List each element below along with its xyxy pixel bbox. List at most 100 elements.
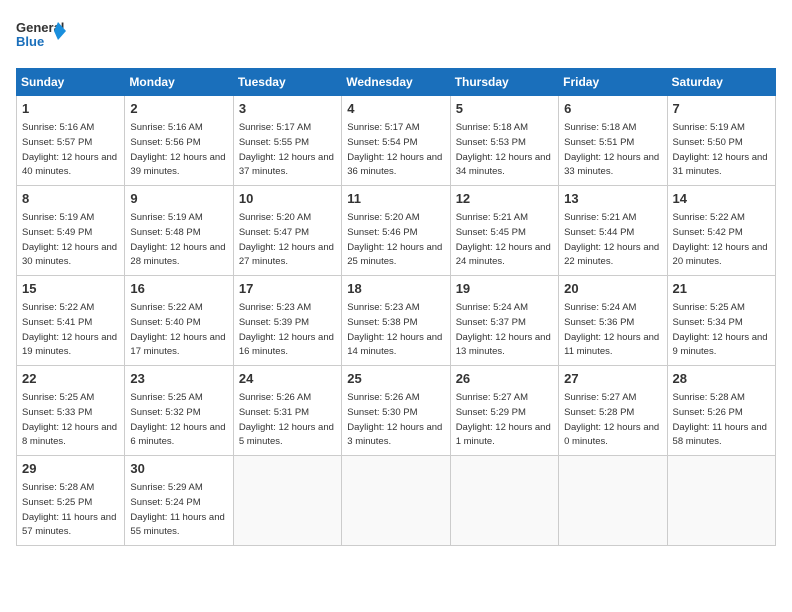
cell-info: Sunrise: 5:18 AMSunset: 5:53 PMDaylight:…: [456, 122, 551, 177]
cell-info: Sunrise: 5:19 AMSunset: 5:48 PMDaylight:…: [130, 212, 225, 267]
calendar-cell: 9 Sunrise: 5:19 AMSunset: 5:48 PMDayligh…: [125, 186, 233, 276]
calendar-cell: 25 Sunrise: 5:26 AMSunset: 5:30 PMDaylig…: [342, 366, 450, 456]
cell-info: Sunrise: 5:20 AMSunset: 5:46 PMDaylight:…: [347, 212, 442, 267]
calendar-cell: 11 Sunrise: 5:20 AMSunset: 5:46 PMDaylig…: [342, 186, 450, 276]
cell-info: Sunrise: 5:19 AMSunset: 5:50 PMDaylight:…: [673, 122, 768, 177]
day-number: 12: [456, 190, 553, 208]
cell-info: Sunrise: 5:21 AMSunset: 5:44 PMDaylight:…: [564, 212, 659, 267]
day-number: 5: [456, 100, 553, 118]
col-header-sunday: Sunday: [17, 69, 125, 96]
cell-info: Sunrise: 5:17 AMSunset: 5:55 PMDaylight:…: [239, 122, 334, 177]
day-number: 24: [239, 370, 336, 388]
day-number: 17: [239, 280, 336, 298]
day-number: 22: [22, 370, 119, 388]
calendar-cell: 21 Sunrise: 5:25 AMSunset: 5:34 PMDaylig…: [667, 276, 775, 366]
calendar-table: SundayMondayTuesdayWednesdayThursdayFrid…: [16, 68, 776, 546]
calendar-week-2: 8 Sunrise: 5:19 AMSunset: 5:49 PMDayligh…: [17, 186, 776, 276]
calendar-cell: 15 Sunrise: 5:22 AMSunset: 5:41 PMDaylig…: [17, 276, 125, 366]
cell-info: Sunrise: 5:23 AMSunset: 5:39 PMDaylight:…: [239, 302, 334, 357]
calendar-cell: 28 Sunrise: 5:28 AMSunset: 5:26 PMDaylig…: [667, 366, 775, 456]
cell-info: Sunrise: 5:26 AMSunset: 5:31 PMDaylight:…: [239, 392, 334, 447]
calendar-cell: 24 Sunrise: 5:26 AMSunset: 5:31 PMDaylig…: [233, 366, 341, 456]
cell-info: Sunrise: 5:17 AMSunset: 5:54 PMDaylight:…: [347, 122, 442, 177]
cell-info: Sunrise: 5:27 AMSunset: 5:29 PMDaylight:…: [456, 392, 551, 447]
calendar-cell: 22 Sunrise: 5:25 AMSunset: 5:33 PMDaylig…: [17, 366, 125, 456]
calendar-cell: 18 Sunrise: 5:23 AMSunset: 5:38 PMDaylig…: [342, 276, 450, 366]
calendar-cell: 7 Sunrise: 5:19 AMSunset: 5:50 PMDayligh…: [667, 96, 775, 186]
col-header-thursday: Thursday: [450, 69, 558, 96]
logo-svg: General Blue: [16, 16, 66, 60]
day-number: 30: [130, 460, 227, 478]
cell-info: Sunrise: 5:25 AMSunset: 5:34 PMDaylight:…: [673, 302, 768, 357]
cell-info: Sunrise: 5:22 AMSunset: 5:42 PMDaylight:…: [673, 212, 768, 267]
calendar-cell: 13 Sunrise: 5:21 AMSunset: 5:44 PMDaylig…: [559, 186, 667, 276]
calendar-cell: 17 Sunrise: 5:23 AMSunset: 5:39 PMDaylig…: [233, 276, 341, 366]
day-number: 1: [22, 100, 119, 118]
calendar-week-1: 1 Sunrise: 5:16 AMSunset: 5:57 PMDayligh…: [17, 96, 776, 186]
cell-info: Sunrise: 5:18 AMSunset: 5:51 PMDaylight:…: [564, 122, 659, 177]
col-header-wednesday: Wednesday: [342, 69, 450, 96]
calendar-cell: [559, 456, 667, 546]
cell-info: Sunrise: 5:20 AMSunset: 5:47 PMDaylight:…: [239, 212, 334, 267]
calendar-cell: 20 Sunrise: 5:24 AMSunset: 5:36 PMDaylig…: [559, 276, 667, 366]
day-number: 14: [673, 190, 770, 208]
day-number: 16: [130, 280, 227, 298]
cell-info: Sunrise: 5:16 AMSunset: 5:56 PMDaylight:…: [130, 122, 225, 177]
day-number: 9: [130, 190, 227, 208]
cell-info: Sunrise: 5:27 AMSunset: 5:28 PMDaylight:…: [564, 392, 659, 447]
calendar-cell: 27 Sunrise: 5:27 AMSunset: 5:28 PMDaylig…: [559, 366, 667, 456]
day-number: 11: [347, 190, 444, 208]
col-header-tuesday: Tuesday: [233, 69, 341, 96]
calendar-cell: 30 Sunrise: 5:29 AMSunset: 5:24 PMDaylig…: [125, 456, 233, 546]
day-number: 21: [673, 280, 770, 298]
calendar-week-4: 22 Sunrise: 5:25 AMSunset: 5:33 PMDaylig…: [17, 366, 776, 456]
day-number: 13: [564, 190, 661, 208]
day-number: 18: [347, 280, 444, 298]
calendar-cell: 2 Sunrise: 5:16 AMSunset: 5:56 PMDayligh…: [125, 96, 233, 186]
day-number: 6: [564, 100, 661, 118]
day-number: 25: [347, 370, 444, 388]
calendar-cell: 23 Sunrise: 5:25 AMSunset: 5:32 PMDaylig…: [125, 366, 233, 456]
calendar-cell: 12 Sunrise: 5:21 AMSunset: 5:45 PMDaylig…: [450, 186, 558, 276]
calendar-cell: [450, 456, 558, 546]
day-number: 28: [673, 370, 770, 388]
calendar-week-5: 29 Sunrise: 5:28 AMSunset: 5:25 PMDaylig…: [17, 456, 776, 546]
day-number: 20: [564, 280, 661, 298]
calendar-cell: 3 Sunrise: 5:17 AMSunset: 5:55 PMDayligh…: [233, 96, 341, 186]
calendar-cell: [667, 456, 775, 546]
calendar-cell: 19 Sunrise: 5:24 AMSunset: 5:37 PMDaylig…: [450, 276, 558, 366]
calendar-cell: 16 Sunrise: 5:22 AMSunset: 5:40 PMDaylig…: [125, 276, 233, 366]
cell-info: Sunrise: 5:22 AMSunset: 5:41 PMDaylight:…: [22, 302, 117, 357]
day-number: 15: [22, 280, 119, 298]
cell-info: Sunrise: 5:29 AMSunset: 5:24 PMDaylight:…: [130, 482, 224, 537]
calendar-cell: 5 Sunrise: 5:18 AMSunset: 5:53 PMDayligh…: [450, 96, 558, 186]
day-number: 7: [673, 100, 770, 118]
logo: General Blue: [16, 16, 66, 60]
calendar-cell: [233, 456, 341, 546]
cell-info: Sunrise: 5:25 AMSunset: 5:32 PMDaylight:…: [130, 392, 225, 447]
cell-info: Sunrise: 5:21 AMSunset: 5:45 PMDaylight:…: [456, 212, 551, 267]
day-number: 29: [22, 460, 119, 478]
calendar-header-row: SundayMondayTuesdayWednesdayThursdayFrid…: [17, 69, 776, 96]
cell-info: Sunrise: 5:28 AMSunset: 5:26 PMDaylight:…: [673, 392, 767, 447]
cell-info: Sunrise: 5:24 AMSunset: 5:36 PMDaylight:…: [564, 302, 659, 357]
page-header: General Blue: [16, 16, 776, 60]
day-number: 2: [130, 100, 227, 118]
cell-info: Sunrise: 5:16 AMSunset: 5:57 PMDaylight:…: [22, 122, 117, 177]
svg-text:Blue: Blue: [16, 34, 44, 49]
cell-info: Sunrise: 5:28 AMSunset: 5:25 PMDaylight:…: [22, 482, 116, 537]
day-number: 27: [564, 370, 661, 388]
calendar-cell: 1 Sunrise: 5:16 AMSunset: 5:57 PMDayligh…: [17, 96, 125, 186]
day-number: 26: [456, 370, 553, 388]
calendar-cell: 26 Sunrise: 5:27 AMSunset: 5:29 PMDaylig…: [450, 366, 558, 456]
calendar-cell: 6 Sunrise: 5:18 AMSunset: 5:51 PMDayligh…: [559, 96, 667, 186]
cell-info: Sunrise: 5:19 AMSunset: 5:49 PMDaylight:…: [22, 212, 117, 267]
calendar-cell: 10 Sunrise: 5:20 AMSunset: 5:47 PMDaylig…: [233, 186, 341, 276]
day-number: 3: [239, 100, 336, 118]
calendar-cell: [342, 456, 450, 546]
col-header-saturday: Saturday: [667, 69, 775, 96]
day-number: 10: [239, 190, 336, 208]
calendar-cell: 29 Sunrise: 5:28 AMSunset: 5:25 PMDaylig…: [17, 456, 125, 546]
cell-info: Sunrise: 5:26 AMSunset: 5:30 PMDaylight:…: [347, 392, 442, 447]
col-header-friday: Friday: [559, 69, 667, 96]
